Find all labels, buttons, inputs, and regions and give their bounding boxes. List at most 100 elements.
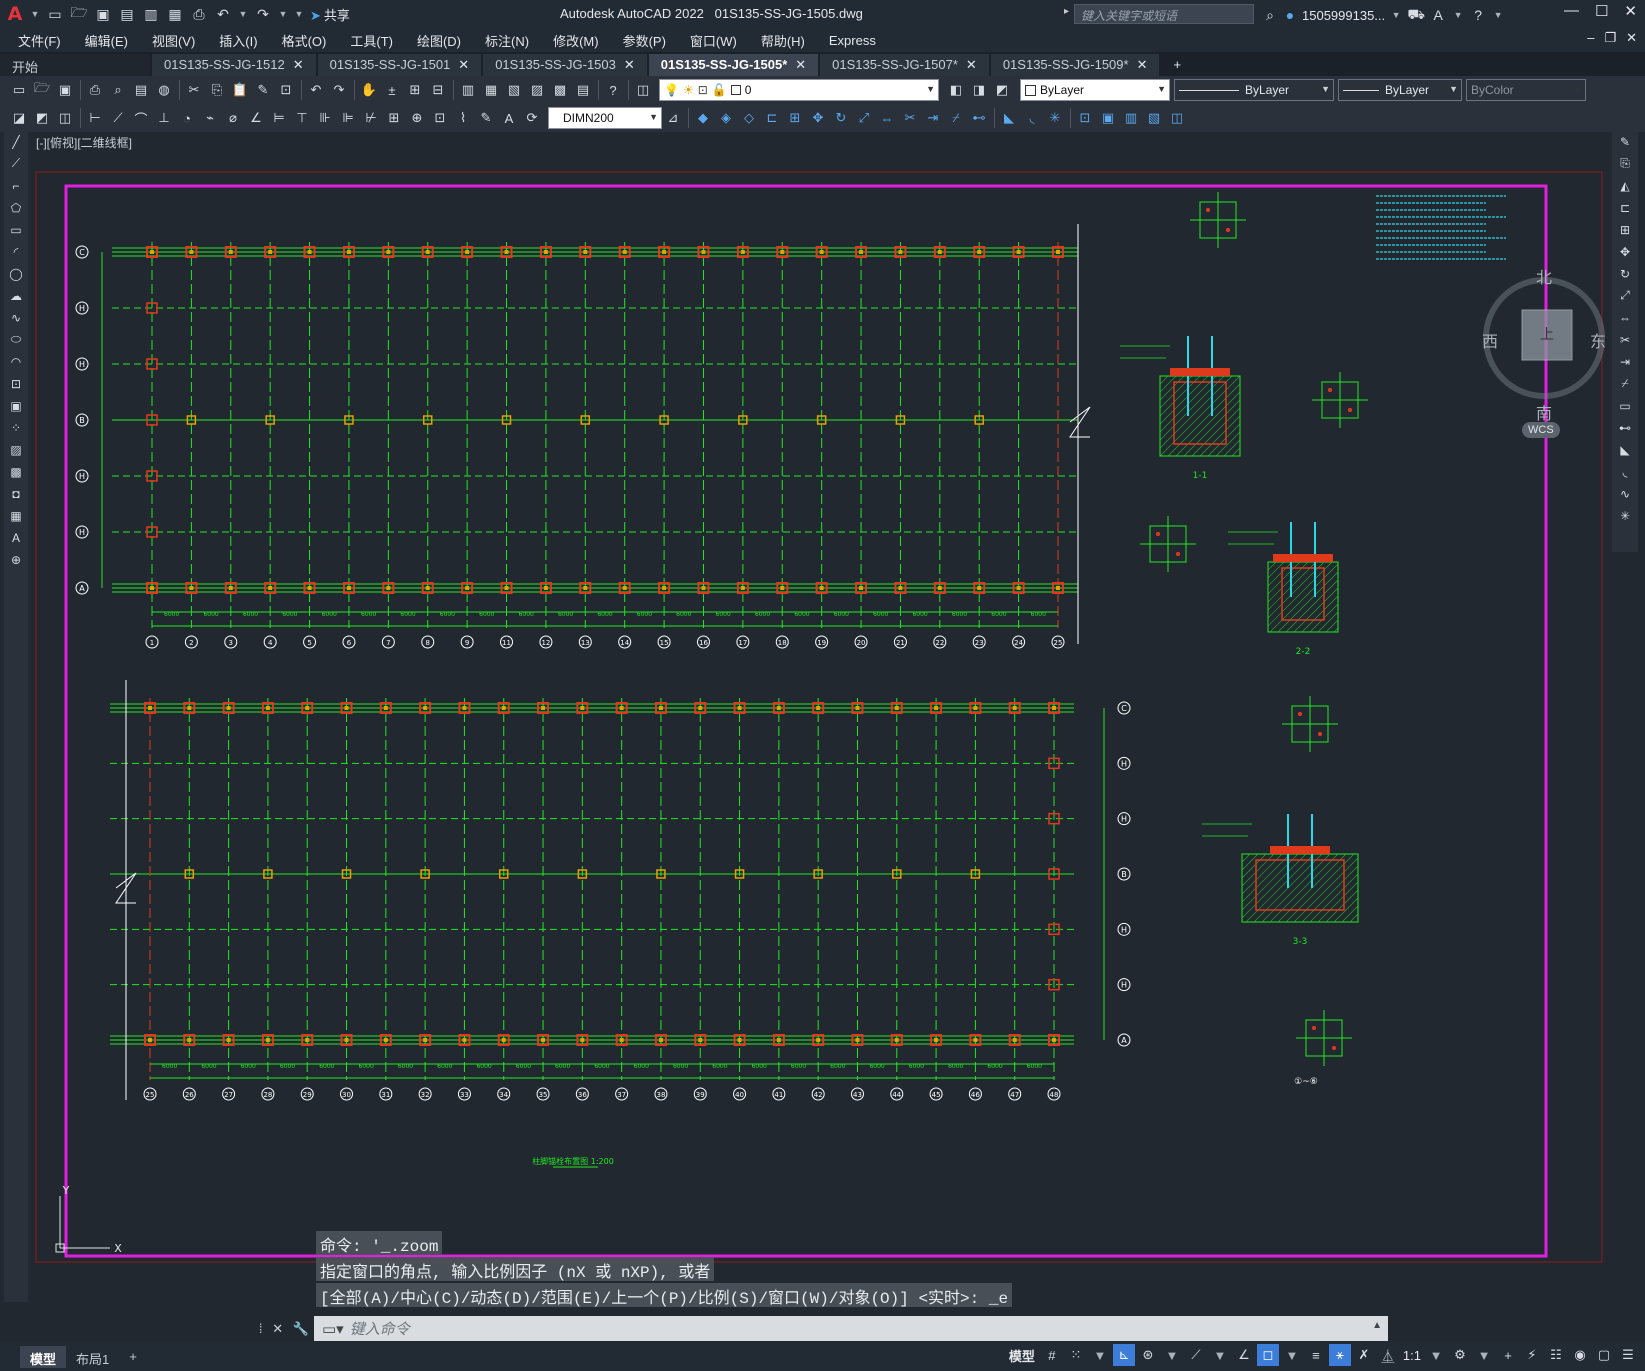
baseline-dim-icon[interactable]: ⊤ bbox=[291, 107, 313, 129]
tab-close-icon[interactable]: ✕ bbox=[1137, 57, 1148, 76]
menu-file[interactable]: 文件(F) bbox=[18, 31, 61, 50]
continue-dim-icon[interactable]: ⊪ bbox=[314, 107, 336, 129]
compass-west-label[interactable]: 西 bbox=[1482, 328, 1498, 352]
lineweight-combo[interactable]: ByLayer ▼ bbox=[1338, 79, 1462, 101]
auto-scale-icon[interactable]: ✗ bbox=[1353, 1344, 1375, 1366]
angular-dim-icon[interactable]: ∠ bbox=[245, 107, 267, 129]
new-file-icon[interactable]: ▭ bbox=[44, 3, 66, 25]
trim-icon[interactable]: ✂ bbox=[1615, 330, 1635, 349]
wcs-button[interactable]: WCS bbox=[1522, 422, 1560, 438]
matchprop-icon[interactable]: ✎ bbox=[252, 79, 274, 101]
cut-icon[interactable]: ✂ bbox=[183, 79, 205, 101]
new-tab-button[interactable]: + bbox=[1161, 54, 1193, 76]
chevron-down-icon[interactable]: ▼ bbox=[28, 3, 42, 25]
search-input[interactable]: 键入关键字或短语 bbox=[1074, 4, 1254, 24]
doc-restore-icon[interactable]: ❐ bbox=[1604, 30, 1616, 46]
stretch-icon[interactable]: ⇔ bbox=[1615, 308, 1635, 327]
menu-format[interactable]: 格式(O) bbox=[282, 31, 327, 50]
user-icon[interactable]: ● bbox=[1282, 4, 1298, 26]
redo-icon[interactable]: ↷ bbox=[252, 3, 274, 25]
construction-line-icon[interactable]: ⟋ bbox=[6, 154, 26, 173]
arc-length-icon[interactable]: ⌒ bbox=[130, 107, 152, 129]
menu-view[interactable]: 视图(V) bbox=[152, 31, 195, 50]
annotation-scale-value[interactable]: 1:1 bbox=[1403, 1348, 1421, 1363]
design-center-icon[interactable]: ▦ bbox=[480, 79, 502, 101]
command-input[interactable]: ▭▾ 键入命令 ▲ bbox=[314, 1316, 1388, 1341]
close-command-icon[interactable]: ✕ bbox=[272, 1321, 283, 1337]
user-dropdown-icon[interactable]: ▼ bbox=[1389, 4, 1403, 26]
mirror-icon[interactable]: ◭ bbox=[1615, 176, 1635, 195]
qnew-icon[interactable]: ▭ bbox=[8, 79, 30, 101]
make-current-icon[interactable]: ◧ bbox=[945, 79, 967, 101]
area-icon[interactable]: ◩ bbox=[31, 107, 53, 129]
expand-arrow-icon[interactable]: ▸ bbox=[1064, 6, 1069, 17]
plot-icon[interactable]: ⎙ bbox=[84, 79, 106, 101]
quickcalc-icon[interactable]: ▤ bbox=[572, 79, 594, 101]
erase-icon[interactable]: ✎ bbox=[1615, 132, 1635, 151]
tab-1501[interactable]: 01S135-SS-JG-1501 ✕ bbox=[317, 54, 482, 76]
erase-icon[interactable]: ◆ bbox=[692, 107, 714, 129]
grid-icon[interactable]: # bbox=[1041, 1344, 1063, 1366]
osnap-dropdown-icon[interactable]: ▼ bbox=[1281, 1344, 1303, 1366]
annotation-monitor-icon[interactable]: + bbox=[1497, 1344, 1519, 1366]
explode-icon[interactable]: ✳ bbox=[1044, 107, 1066, 129]
ellipse-arc-icon[interactable]: ◠ bbox=[6, 352, 26, 371]
copy-object-icon[interactable]: ◈ bbox=[715, 107, 737, 129]
save-icon[interactable]: ▣ bbox=[92, 3, 114, 25]
open-icon[interactable]: 🗁 bbox=[31, 79, 53, 101]
publish-icon[interactable]: ▤ bbox=[130, 79, 152, 101]
block-editor-icon[interactable]: ⊡ bbox=[275, 79, 297, 101]
point-icon[interactable]: ▥ bbox=[1120, 107, 1142, 129]
break-at-point-icon[interactable]: ⌿ bbox=[1615, 374, 1635, 393]
maximize-icon[interactable]: ☐ bbox=[1595, 2, 1608, 20]
user-name[interactable]: 1505999135... bbox=[1302, 8, 1385, 23]
insert-block-icon[interactable]: ⊡ bbox=[1074, 107, 1096, 129]
plotstyle-combo[interactable]: ByColor ▼ bbox=[1466, 79, 1586, 101]
stretch-icon[interactable]: ⇔ bbox=[876, 107, 898, 129]
menu-window[interactable]: 窗口(W) bbox=[690, 31, 737, 50]
annotation-visibility-icon[interactable]: ⚹ bbox=[1328, 1344, 1351, 1366]
lineweight-icon[interactable]: ≡ bbox=[1305, 1344, 1327, 1366]
isodraft-icon[interactable]: ⟋ bbox=[1185, 1344, 1207, 1366]
hatch-icon[interactable]: ▨ bbox=[6, 440, 26, 459]
redo-dropdown-icon[interactable]: ▼ bbox=[276, 3, 290, 25]
isolate-icon[interactable]: ◉ bbox=[1569, 1344, 1591, 1366]
draw-order-icon[interactable]: ◪ bbox=[8, 107, 30, 129]
arc-icon[interactable]: ◜ bbox=[6, 242, 26, 261]
point-icon[interactable]: ⁘ bbox=[6, 418, 26, 437]
help-icon[interactable]: ? bbox=[602, 79, 624, 101]
polar-icon[interactable]: ⊛ bbox=[1137, 1344, 1159, 1366]
tolerance-icon[interactable]: ⊞ bbox=[383, 107, 405, 129]
tab-1503[interactable]: 01S135-SS-JG-1503 ✕ bbox=[483, 54, 647, 76]
tab-start[interactable]: 开始 bbox=[0, 54, 150, 76]
tab-close-icon[interactable]: ✕ bbox=[624, 57, 635, 76]
tab-1512[interactable]: 01S135-SS-JG-1512 ✕ bbox=[152, 54, 316, 76]
insert-block-icon[interactable]: ⊡ bbox=[6, 374, 26, 393]
iso-dropdown-icon[interactable]: ▼ bbox=[1209, 1344, 1231, 1366]
spline-icon[interactable]: ∿ bbox=[6, 308, 26, 327]
table-icon[interactable]: ▦ bbox=[6, 506, 26, 525]
layer-combo[interactable]: 💡 ☀ ⊡ 🔓 0 ▼ bbox=[659, 79, 939, 101]
dim-space-icon[interactable]: ⊫ bbox=[337, 107, 359, 129]
extend-icon[interactable]: ⇥ bbox=[922, 107, 944, 129]
make-block-icon[interactable]: ▣ bbox=[1097, 107, 1119, 129]
dimstyle-combo[interactable]: DIMN200 ▼ bbox=[548, 107, 662, 129]
scale-dropdown-icon[interactable]: ▼ bbox=[1425, 1344, 1447, 1366]
array-icon[interactable]: ⊞ bbox=[784, 107, 806, 129]
3dprint-icon[interactable]: ◍ bbox=[153, 79, 175, 101]
make-block-icon[interactable]: ▣ bbox=[6, 396, 26, 415]
radius-dim-icon[interactable]: ◔ bbox=[176, 107, 198, 129]
gradient-icon[interactable]: ▩ bbox=[6, 462, 26, 481]
menu-dimension[interactable]: 标注(N) bbox=[485, 31, 529, 50]
polygon-icon[interactable]: ⬠ bbox=[6, 198, 26, 217]
mtext-icon[interactable]: A bbox=[6, 528, 26, 547]
properties-icon[interactable]: ▥ bbox=[457, 79, 479, 101]
help-dropdown-icon[interactable]: ▼ bbox=[1491, 4, 1505, 26]
polyline-icon[interactable]: ⌐ bbox=[6, 176, 26, 195]
jogged-dim-icon[interactable]: ⌁ bbox=[199, 107, 221, 129]
offset-icon[interactable]: ⊏ bbox=[761, 107, 783, 129]
object-snap-tracking-icon[interactable]: ∠ bbox=[1233, 1344, 1255, 1366]
fillet-icon[interactable]: ◟ bbox=[1021, 107, 1043, 129]
color-combo[interactable]: ByLayer ▼ bbox=[1020, 79, 1170, 101]
model-space-button[interactable]: 模型 bbox=[1009, 1346, 1035, 1365]
